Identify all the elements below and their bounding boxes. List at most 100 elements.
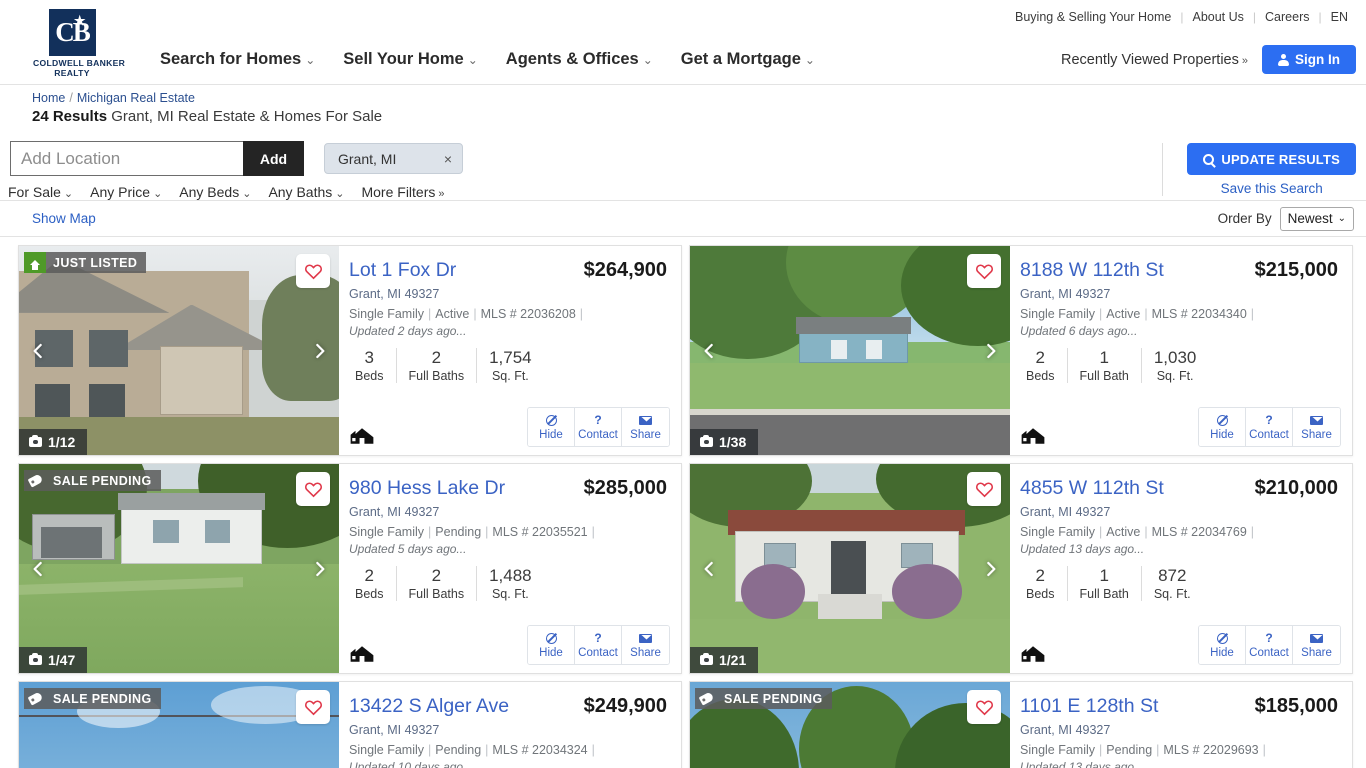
close-icon[interactable]: × — [444, 151, 452, 167]
listing-photo[interactable]: 1/21 — [690, 464, 1010, 673]
badge-label: SALE PENDING — [53, 473, 152, 488]
favorite-heart-button[interactable] — [967, 690, 1001, 724]
search-icon — [1203, 153, 1215, 165]
results-count: 24 Results — [32, 108, 108, 125]
baths-label: Full Baths — [408, 586, 465, 601]
envelope-icon — [1310, 632, 1323, 645]
beds-label: Beds — [355, 368, 384, 383]
favorite-heart-button[interactable] — [967, 254, 1001, 288]
listing-updated: Updated 5 days ago... — [349, 541, 467, 556]
listing-card[interactable]: SALE PENDING 13422 S Alger Ave $249,900 … — [18, 681, 682, 768]
listing-address-link[interactable]: Lot 1 Fox Dr — [349, 259, 456, 281]
carousel-next-button[interactable] — [307, 336, 333, 366]
recently-viewed-properties[interactable]: Recently Viewed Properties» — [1061, 52, 1248, 68]
hide-button[interactable]: Hide — [528, 626, 575, 664]
filter-any-baths[interactable]: Any Baths ⌄ — [268, 184, 344, 200]
utility-link-careers[interactable]: Careers — [1265, 10, 1309, 24]
listing-address-link[interactable]: 8188 W 112th St — [1020, 259, 1164, 281]
share-button[interactable]: Share — [622, 408, 669, 446]
search-input[interactable] — [10, 141, 243, 176]
add-location-button[interactable]: Add — [243, 141, 304, 176]
show-map-link[interactable]: Show Map — [32, 211, 96, 226]
update-results-button[interactable]: UPDATE RESULTS — [1187, 143, 1356, 175]
contact-button[interactable]: ? Contact — [575, 408, 622, 446]
filter-any-price[interactable]: Any Price ⌄ — [90, 184, 162, 200]
breadcrumb-michigan-real-estate[interactable]: Michigan Real Estate — [77, 91, 195, 105]
chevron-down-icon: ⌄ — [804, 53, 815, 67]
carousel-prev-button[interactable] — [696, 554, 722, 584]
listing-card[interactable]: 1/38 8188 W 112th St $215,000 Grant, MI … — [689, 245, 1353, 456]
favorite-heart-button[interactable] — [296, 472, 330, 506]
listing-status: Pending — [435, 743, 482, 757]
mls-number: MLS # 22034340 — [1151, 307, 1247, 321]
share-button[interactable]: Share — [622, 626, 669, 664]
listing-card[interactable]: SALE PENDING 1/47 980 Hess Lake Dr $285,… — [18, 463, 682, 674]
filter-more-filters[interactable]: More Filters» — [361, 184, 444, 200]
site-header: CB ★ COLDWELL BANKER REALTY Search for H… — [0, 9, 1366, 85]
listing-card[interactable]: 1/21 4855 W 112th St $210,000 Grant, MI … — [689, 463, 1353, 674]
location-chip-grant-mi[interactable]: Grant, MI × — [324, 143, 463, 174]
nav-item-search-for-homes[interactable]: Search for Homes ⌄ — [160, 50, 315, 69]
utility-link-buying-selling[interactable]: Buying & Selling Your Home — [1015, 10, 1171, 24]
carousel-next-button[interactable] — [978, 336, 1004, 366]
contact-label: Contact — [1249, 428, 1289, 441]
contact-label: Contact — [1249, 646, 1289, 659]
contact-button[interactable]: ? Contact — [575, 626, 622, 664]
hide-button[interactable]: Hide — [1199, 626, 1246, 664]
sign-in-button[interactable]: Sign In — [1262, 45, 1356, 74]
favorite-heart-button[interactable] — [296, 254, 330, 288]
listing-price: $285,000 — [583, 477, 667, 499]
filter-for-sale[interactable]: For Sale ⌄ — [8, 184, 73, 200]
recently-viewed-label: Recently Viewed Properties — [1061, 51, 1239, 68]
listing-header-row: 1101 E 128th St $185,000 — [1020, 695, 1338, 718]
breadcrumb: Home / Michigan Real Estate — [32, 91, 1366, 105]
coldwell-banker-logo[interactable]: CB ★ COLDWELL BANKER REALTY — [33, 9, 125, 78]
property-type: Single Family — [349, 525, 425, 539]
listing-header-row: Lot 1 Fox Dr $264,900 — [349, 259, 667, 282]
listing-photo[interactable]: SALE PENDING 1/47 — [19, 464, 339, 673]
filter-any-beds[interactable]: Any Beds ⌄ — [179, 184, 251, 200]
contact-button[interactable]: ? Contact — [1246, 408, 1293, 446]
nav-label: Get a Mortgage — [680, 50, 801, 68]
page-title: 24 Results Grant, MI Real Estate & Homes… — [32, 108, 1366, 125]
utility-link-about-us[interactable]: About Us — [1192, 10, 1243, 24]
listing-address-link[interactable]: 1101 E 128th St — [1020, 695, 1158, 717]
listing-address-link[interactable]: 980 Hess Lake Dr — [349, 477, 505, 499]
carousel-prev-button[interactable] — [696, 336, 722, 366]
share-button[interactable]: Share — [1293, 626, 1340, 664]
chevron-down-icon: ⌄ — [305, 53, 316, 67]
listing-photo[interactable]: JUST LISTED 1/12 — [19, 246, 339, 455]
chevron-double-down-icon: » — [438, 188, 445, 200]
listing-city-state-zip: Grant, MI 49327 — [349, 505, 440, 519]
listing-photo[interactable]: SALE PENDING — [19, 682, 339, 768]
hide-button[interactable]: Hide — [1199, 408, 1246, 446]
listing-address-link[interactable]: 4855 W 112th St — [1020, 477, 1164, 499]
carousel-next-button[interactable] — [978, 554, 1004, 584]
share-button[interactable]: Share — [1293, 408, 1340, 446]
hide-button[interactable]: Hide — [528, 408, 575, 446]
nav-item-agents-offices[interactable]: Agents & Offices ⌄ — [506, 50, 653, 69]
listing-photo[interactable]: SALE PENDING — [690, 682, 1010, 768]
photo-counter: 1/21 — [690, 647, 759, 673]
breadcrumb-home[interactable]: Home — [32, 91, 65, 105]
favorite-heart-button[interactable] — [296, 690, 330, 724]
carousel-prev-button[interactable] — [25, 554, 51, 584]
carousel-prev-button[interactable] — [25, 336, 51, 366]
contact-button[interactable]: ? Contact — [1246, 626, 1293, 664]
listing-card[interactable]: SALE PENDING 1101 E 128th St $185,000 Gr… — [689, 681, 1353, 768]
utility-divider: | — [1180, 10, 1184, 24]
nav-item-sell-your-home[interactable]: Sell Your Home ⌄ — [343, 50, 478, 69]
order-by-select[interactable]: Newest ⌄ — [1279, 206, 1354, 231]
listing-header-row: 4855 W 112th St $210,000 — [1020, 477, 1338, 500]
listing-photo[interactable]: 1/38 — [690, 246, 1010, 455]
baths-label: Full Baths — [408, 368, 465, 383]
listing-address-link[interactable]: 13422 S Alger Ave — [349, 695, 509, 717]
save-this-search-link[interactable]: Save this Search — [1187, 181, 1356, 196]
favorite-heart-button[interactable] — [967, 472, 1001, 506]
nav-item-get-a-mortgage[interactable]: Get a Mortgage ⌄ — [681, 50, 815, 69]
carousel-next-button[interactable] — [307, 554, 333, 584]
house-icon — [24, 252, 46, 273]
listing-card[interactable]: JUST LISTED 1/12 Lot 1 Fox Dr $264,900 G… — [18, 245, 682, 456]
beds-value: 2 — [1035, 566, 1045, 586]
language-selector[interactable]: EN — [1331, 10, 1348, 24]
